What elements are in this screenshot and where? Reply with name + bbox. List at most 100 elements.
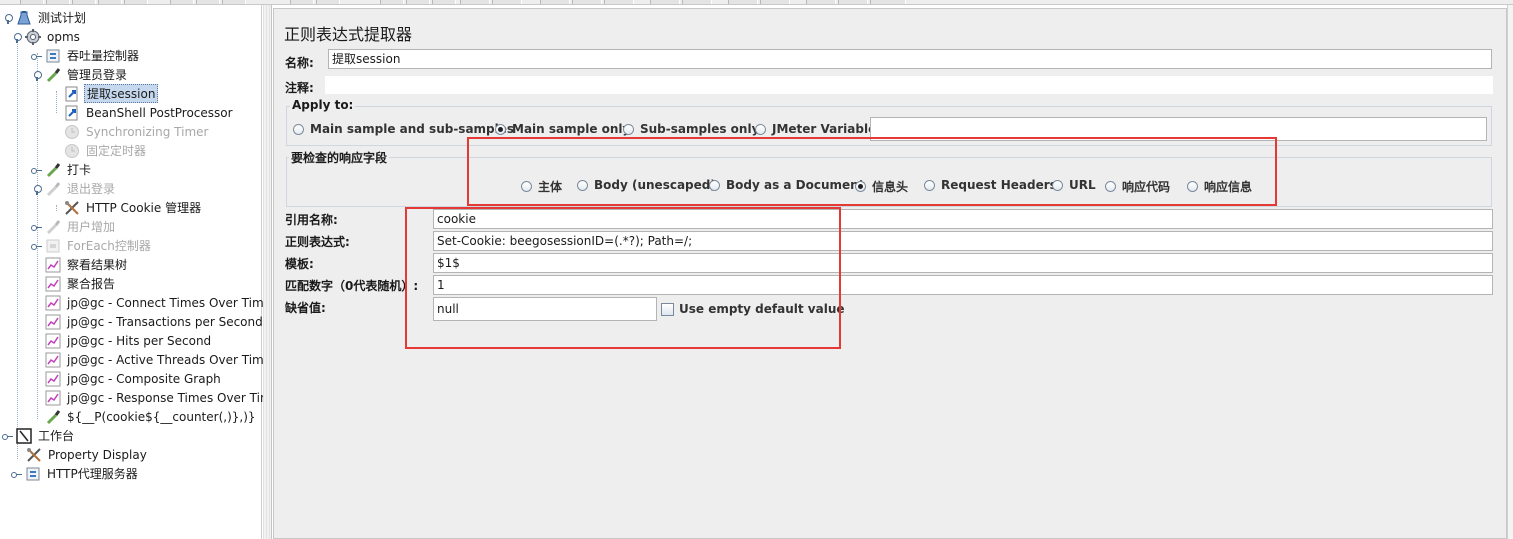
name-field[interactable]: 提取session — [328, 49, 1492, 69]
radio-label: Main sample and sub-samples — [310, 122, 515, 136]
expand-toggle[interactable] — [11, 468, 23, 480]
radio-jmeter-variable[interactable]: JMeter Variable — [755, 122, 876, 136]
tree-node-admin-login[interactable]: 管理员登录 — [31, 65, 129, 84]
expand-toggle[interactable] — [2, 430, 14, 442]
radio-url[interactable]: URL — [1052, 178, 1096, 192]
tree-node-http-cookie-manager[interactable]: HTTP Cookie 管理器 — [64, 198, 203, 217]
toolbar-button[interactable] — [46, 0, 70, 4]
tree-node-opms[interactable]: opms — [11, 27, 82, 46]
expand-toggle[interactable] — [31, 221, 43, 233]
radio-label: 信息头 — [872, 180, 909, 194]
toolbar-button[interactable] — [20, 0, 44, 4]
tree-node-extract-session[interactable]: 提取session — [64, 84, 159, 103]
sampler-pipette-icon — [45, 409, 61, 425]
expand-toggle[interactable] — [31, 69, 43, 81]
toolbar-button[interactable] — [572, 0, 602, 4]
toolbar-button[interactable] — [650, 0, 680, 4]
comment-field[interactable] — [325, 76, 1493, 94]
tree-node-logout[interactable]: 退出登录 — [31, 179, 117, 198]
radio-main-and-sub-samples[interactable]: Main sample and sub-samples — [293, 122, 514, 136]
expand-toggle[interactable] — [31, 164, 43, 176]
toolbar-button[interactable] — [222, 0, 246, 4]
tree-node-connect-times[interactable]: jp@gc - Connect Times Over Time — [45, 293, 273, 312]
jmeter-variable-field[interactable] — [870, 117, 1487, 141]
use-empty-default-checkbox[interactable]: Use empty default value — [661, 302, 845, 316]
tree-node-constant-timer[interactable]: 固定定时器 — [64, 141, 148, 160]
toolbar-button[interactable] — [170, 0, 194, 4]
expand-toggle[interactable] — [11, 31, 23, 43]
tree-node-synchronizing-timer[interactable]: Synchronizing Timer — [64, 122, 210, 141]
tree-node-label: 打卡 — [67, 163, 92, 177]
toolbar-button[interactable] — [290, 0, 314, 4]
toolbar-button[interactable] — [316, 0, 340, 4]
toolbar-button[interactable] — [604, 0, 634, 4]
tree-node-label: HTTP代理服务器 — [47, 467, 138, 481]
toolbar-button[interactable] — [406, 0, 430, 4]
listener-graph-icon — [45, 371, 61, 387]
radio-response-message[interactable]: 响应信息 — [1187, 178, 1252, 195]
reference-name-field[interactable]: cookie — [433, 209, 1493, 229]
tree-node-response-times[interactable]: jp@gc - Response Times Over Tim — [45, 388, 274, 407]
radio-request-headers[interactable]: Request Headers — [924, 178, 1057, 192]
toolbar-button[interactable] — [870, 0, 906, 4]
toolbar-button[interactable] — [806, 0, 836, 4]
radio-indicator — [1105, 181, 1116, 192]
tree-node-foreach-controller[interactable]: ForEach控制器 — [31, 236, 153, 255]
tree-node-view-results-tree[interactable]: 察看结果树 — [45, 255, 129, 274]
template-field[interactable]: $1$ — [433, 253, 1493, 273]
toolbar-button[interactable] — [72, 0, 96, 4]
expand-toggle[interactable] — [31, 183, 43, 195]
tree-node-label: opms — [47, 29, 80, 44]
regex-field[interactable]: Set-Cookie: beegosessionID=(.*?); Path=/… — [433, 231, 1493, 251]
tree-node-composite-graph[interactable]: jp@gc - Composite Graph — [45, 369, 223, 388]
toolbar-button[interactable] — [492, 0, 522, 4]
radio-body[interactable]: 主体 — [521, 178, 562, 195]
tree-node-beanshell-postprocessor[interactable]: BeanShell PostProcessor — [64, 103, 235, 122]
toolbar-button[interactable] — [196, 0, 220, 4]
tree-node-hits-per-second[interactable]: jp@gc - Hits per Second — [45, 331, 213, 350]
tree-node-active-threads[interactable]: jp@gc - Active Threads Over Time — [45, 350, 273, 369]
radio-response-code[interactable]: 响应代码 — [1105, 178, 1170, 195]
toolbar-button[interactable] — [760, 0, 790, 4]
tree-node-property-display[interactable]: Property Display — [26, 445, 149, 464]
tree-node-test-plan[interactable]: 测试计划 — [2, 8, 88, 27]
expand-toggle[interactable] — [2, 12, 14, 24]
tree-node-http-proxy-server[interactable]: HTTP代理服务器 — [11, 464, 140, 483]
tree-node-label: jp@gc - Active Threads Over Time — [67, 352, 272, 367]
toolbar-button[interactable] — [460, 0, 490, 4]
radio-body-as-document[interactable]: Body as a Document — [709, 178, 864, 192]
tree-node-label: jp@gc - Hits per Second — [67, 333, 212, 348]
toolbar-button[interactable] — [838, 0, 868, 4]
toolbar-button[interactable] — [98, 0, 122, 4]
radio-response-headers[interactable]: 信息头 — [855, 178, 908, 195]
match-number-field[interactable]: 1 — [433, 275, 1493, 295]
tree-node-label: 管理员登录 — [67, 68, 128, 82]
tree-node-label: HTTP Cookie 管理器 — [86, 201, 202, 215]
pane-splitter[interactable] — [263, 5, 272, 539]
sampler-pipette-icon — [45, 181, 61, 197]
template-label: 模板: — [285, 257, 314, 271]
radio-body-unescaped[interactable]: Body (unescaped) — [577, 178, 716, 192]
tree-node-transactions-per-second[interactable]: jp@gc - Transactions per Second — [45, 312, 265, 331]
toolbar-button[interactable] — [540, 0, 570, 4]
tree-node-cookie-property-sampler[interactable]: ${__P(cookie${__counter(,)},)} — [45, 407, 258, 426]
tree-node-add-user[interactable]: 用户增加 — [31, 217, 117, 236]
toolbar-button[interactable] — [432, 0, 456, 4]
tree-node-check-in[interactable]: 打卡 — [31, 160, 93, 179]
expand-toggle[interactable] — [31, 240, 43, 252]
radio-sub-samples-only[interactable]: Sub-samples only — [623, 122, 759, 136]
radio-main-sample-only[interactable]: Main sample only — [495, 122, 630, 136]
radio-label: JMeter Variable — [772, 122, 877, 136]
toolbar-button[interactable] — [682, 0, 712, 4]
toolbar-button[interactable] — [380, 0, 404, 4]
listener-graph-icon — [45, 314, 61, 330]
test-plan-tree[interactable]: 测试计划 opms 吞吐量控制器 管理员登录 提取session BeanShe… — [0, 5, 272, 539]
tree-node-workbench[interactable]: 工作台 — [2, 426, 76, 445]
toolbar-button[interactable] — [728, 0, 758, 4]
tree-node-throughput-controller[interactable]: 吞吐量控制器 — [31, 46, 141, 65]
expand-toggle[interactable] — [31, 50, 43, 62]
toolbar-button[interactable] — [124, 0, 148, 4]
radio-label: Body (unescaped) — [594, 178, 716, 192]
tree-node-aggregate-report[interactable]: 聚合报告 — [45, 274, 117, 293]
default-value-field[interactable]: null — [433, 297, 657, 321]
